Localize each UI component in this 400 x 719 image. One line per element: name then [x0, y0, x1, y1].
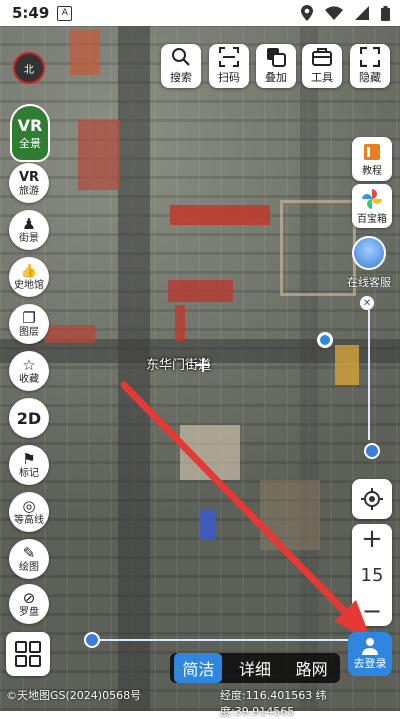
layers-label: 图层: [19, 327, 39, 338]
map-building: [175, 305, 185, 341]
locate-crosshair-icon: [361, 488, 383, 510]
map-building: [168, 280, 233, 302]
tourism-button[interactable]: VR 旅游: [9, 163, 49, 203]
vr-badge-text: VR: [17, 115, 43, 135]
favorites-button[interactable]: ☆ 收藏: [9, 351, 49, 391]
close-icon[interactable]: ✕: [360, 296, 374, 310]
map-building: [260, 480, 320, 550]
map-building: [45, 325, 95, 343]
pencil-icon: ✎: [22, 544, 36, 562]
map-building: [180, 425, 240, 480]
tools-button[interactable]: 工具: [302, 44, 342, 88]
location-icon: [301, 5, 313, 21]
mode-road-tab[interactable]: 路网: [288, 653, 336, 683]
thumbs-up-icon: 👍: [20, 264, 38, 279]
scan-button[interactable]: 扫码: [209, 44, 249, 88]
login-button[interactable]: 去登录: [348, 632, 392, 676]
mark-label: 标记: [19, 468, 39, 479]
scan-button-label: 扫码: [218, 71, 240, 84]
compass-icon: ⊘: [22, 589, 36, 607]
search-button-label: 搜索: [170, 71, 192, 84]
status-bar: 5:49 A: [0, 0, 400, 26]
map-building: [335, 345, 359, 385]
contour-icon: ◎: [22, 497, 36, 515]
tutorial-label: 教程: [362, 165, 382, 177]
pinwheel-icon: [362, 188, 382, 209]
wifi-icon: [325, 6, 343, 20]
2d-toggle-button[interactable]: 2D: [9, 398, 49, 438]
robot-avatar-icon: [352, 236, 386, 270]
user-icon: [362, 638, 378, 655]
contour-label: 等高线: [14, 515, 44, 526]
globe-marker-icon[interactable]: [84, 632, 100, 648]
location-dot-icon[interactable]: [317, 332, 333, 348]
hide-button-label: 隐藏: [359, 71, 381, 84]
street-view-button[interactable]: ♟ 街景: [9, 210, 49, 250]
draw-button[interactable]: ✎ 绘图: [9, 539, 49, 579]
fullscreen-icon: [360, 47, 380, 67]
online-service-label: 在线客服: [347, 276, 391, 289]
mode-simple-tab[interactable]: 简洁: [174, 653, 223, 683]
signal-icon: [355, 6, 369, 20]
compass-button[interactable]: ⊘ 罗盘: [9, 584, 49, 624]
map-building: [70, 30, 100, 75]
battery-icon: [381, 5, 390, 21]
vr-badge-label: 全景: [19, 136, 41, 150]
search-button[interactable]: 搜索: [161, 44, 201, 88]
compass-icon[interactable]: 北: [13, 52, 45, 84]
crosshair-icon: [196, 358, 210, 372]
mode-detail-tab[interactable]: 详细: [231, 653, 279, 683]
tourism-label: 旅游: [19, 186, 39, 197]
scale-line: [368, 310, 370, 440]
vr-icon: VR: [18, 170, 40, 185]
history-museum-label: 史地馆: [14, 280, 44, 291]
zoom-control: + 15 −: [352, 524, 392, 626]
contour-button[interactable]: ◎ 等高线: [9, 492, 49, 532]
status-time: 5:49: [12, 4, 50, 22]
search-icon: [172, 48, 190, 66]
person-icon: ♟: [22, 215, 36, 233]
menu-grid-button[interactable]: [6, 632, 50, 676]
map-building: [200, 510, 215, 540]
hide-button[interactable]: 隐藏: [350, 44, 390, 88]
history-museum-button[interactable]: 👍 史地馆: [9, 257, 49, 297]
globe-marker-icon[interactable]: [364, 443, 380, 459]
map-building: [170, 205, 270, 225]
scale-line-horizontal: [92, 639, 372, 641]
flag-icon: ⚑: [22, 450, 36, 468]
toolbox-icon: [312, 48, 332, 66]
treasure-box-button[interactable]: 百宝箱: [352, 184, 392, 228]
mark-button[interactable]: ⚑ 标记: [9, 445, 49, 485]
grid-icon: [15, 641, 41, 667]
notification-icon: A: [57, 5, 73, 21]
street-view-label: 街景: [19, 233, 39, 244]
overlay-button[interactable]: 叠加: [256, 44, 296, 88]
vr-panorama-button[interactable]: VR 全景: [10, 104, 50, 162]
login-label: 去登录: [353, 657, 387, 670]
compass-label: 罗盘: [19, 607, 39, 618]
online-service-button[interactable]: 在线客服: [344, 236, 394, 294]
zoom-level: 15: [360, 564, 384, 586]
locate-button[interactable]: [352, 479, 392, 519]
zoom-out-button[interactable]: −: [362, 596, 382, 626]
tutorial-button[interactable]: 教程: [352, 137, 392, 181]
scan-icon: [219, 47, 239, 67]
book-icon: [364, 143, 380, 160]
compass-north-label: 北: [24, 64, 34, 76]
layers-icon: ❐: [22, 309, 36, 327]
star-icon: ☆: [22, 356, 36, 374]
zoom-in-button[interactable]: +: [361, 524, 383, 554]
2d-rotate-icon: 2D: [16, 408, 42, 428]
copyright-text: ©天地图GS(2024)0568号: [6, 689, 142, 702]
layers-overlay-icon: [267, 48, 286, 67]
treasure-box-label: 百宝箱: [357, 213, 387, 225]
favorites-label: 收藏: [19, 374, 39, 385]
map-building: [78, 120, 120, 190]
draw-label: 绘图: [19, 562, 39, 573]
layers-button[interactable]: ❐ 图层: [9, 304, 49, 344]
overlay-button-label: 叠加: [265, 71, 287, 84]
map-mode-switch: 简洁 详细 路网: [170, 653, 340, 683]
tools-button-label: 工具: [311, 71, 333, 84]
coordinates-readout: 经度:116.401563 纬度:39.914565: [220, 689, 327, 718]
